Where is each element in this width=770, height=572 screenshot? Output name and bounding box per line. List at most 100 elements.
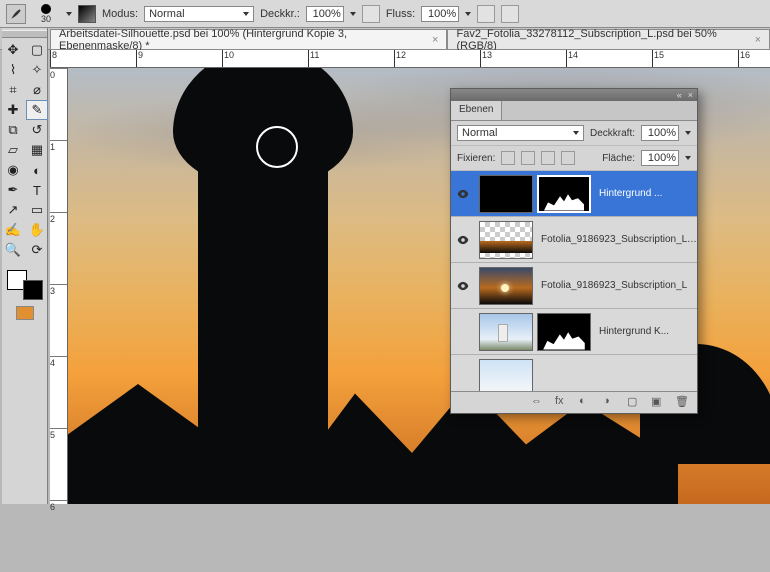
layer-row[interactable]: Hintergrund K... [451, 309, 697, 355]
tool-zoom[interactable]: 🔍 [2, 240, 24, 260]
flow-label: Fluss: [386, 8, 415, 20]
layer-thumbnail[interactable] [479, 359, 533, 392]
layer-blend-select[interactable]: Normal [457, 125, 584, 141]
document-tab-active[interactable]: Arbeitsdatei-Silhouette.psd bei 100% (Hi… [50, 29, 447, 49]
ruler-vertical[interactable]: 0123456 [50, 68, 68, 504]
layer-name[interactable]: Hintergrund ... [595, 188, 697, 199]
color-swatch[interactable] [7, 270, 43, 300]
tool-healing[interactable]: ✚ [2, 100, 24, 120]
tab-label: Fav2_Fotolia_33278112_Subscription_L.psd… [456, 28, 748, 52]
tool-crop[interactable]: ⌗ [2, 80, 24, 100]
tool-path[interactable]: ↗ [2, 200, 24, 220]
brush-cursor [256, 126, 298, 168]
layer-thumbnail[interactable] [479, 175, 533, 213]
layer-style-icon[interactable]: fx [555, 395, 571, 411]
options-bar: 30 Modus: Normal Deckkr.: 100% Fluss: 10… [0, 0, 770, 28]
lock-all-icon[interactable] [561, 151, 575, 165]
blend-mode-select[interactable]: Normal [144, 6, 254, 22]
tool-eyedropper[interactable]: ⌀ [26, 80, 48, 100]
layer-thumbnail[interactable] [479, 267, 533, 305]
tool-lasso[interactable]: ⌇ [2, 60, 24, 80]
tool-stamp[interactable]: ⧉ [2, 120, 24, 140]
layer-thumbnail[interactable] [479, 221, 533, 259]
background-color[interactable] [23, 280, 43, 300]
opacity-dropdown-icon[interactable] [685, 131, 691, 135]
close-icon[interactable]: × [432, 34, 438, 46]
toolbox: ✥▢⌇✧⌗⌀✚✎⧉↺▱▦◉◐✒T↗▭✍✋🔍⟳ [2, 28, 48, 504]
layer-name[interactable]: Fotolia_9186923_Subscription_L [537, 280, 697, 291]
tool-type[interactable]: T [26, 180, 48, 200]
tool-dodge[interactable]: ◐ [26, 160, 48, 180]
panel-grip[interactable] [2, 30, 47, 38]
panel-titlebar[interactable]: « × [451, 89, 697, 101]
delete-layer-icon[interactable]: 🗑 [675, 395, 691, 411]
lock-position-icon[interactable] [541, 151, 555, 165]
layer-opacity-label: Deckkraft: [590, 128, 635, 139]
close-icon[interactable]: × [688, 90, 693, 100]
opacity-input[interactable]: 100% [306, 6, 344, 22]
layer-row[interactable] [451, 355, 697, 391]
layers-panel[interactable]: « × Ebenen Normal Deckkraft: 100% Fixier… [450, 88, 698, 414]
document-tab[interactable]: Fav2_Fotolia_33278112_Subscription_L.psd… [447, 29, 770, 49]
layer-thumbnail[interactable] [537, 313, 591, 351]
chevron-down-icon [573, 131, 579, 135]
tool-marquee[interactable]: ▢ [26, 40, 48, 60]
airbrush-icon[interactable] [477, 5, 495, 23]
layer-name[interactable]: Fotolia_9186923_Subscription_L Ko... [537, 234, 697, 245]
tool-eraser[interactable]: ▱ [2, 140, 24, 160]
layer-thumbnail[interactable] [479, 313, 533, 351]
tablet-size-icon[interactable] [501, 5, 519, 23]
tool-shape[interactable]: ▭ [26, 200, 48, 220]
mode-label: Modus: [102, 8, 138, 20]
panel-menu-icon[interactable]: « [677, 90, 682, 100]
layer-row[interactable]: Hintergrund ... [451, 171, 697, 217]
tool-rotate[interactable]: ⟳ [26, 240, 48, 260]
lock-fill-row: Fixieren: Fläche: 100% [451, 146, 697, 171]
panel-tab-row: Ebenen [451, 101, 697, 121]
group-icon[interactable]: ▢ [627, 395, 643, 411]
tab-layers[interactable]: Ebenen [451, 101, 502, 120]
visibility-toggle[interactable] [451, 233, 475, 247]
layer-row[interactable]: Fotolia_9186923_Subscription_L [451, 263, 697, 309]
brush-panel-toggle-icon[interactable] [78, 5, 96, 23]
fill-input[interactable]: 100% [641, 150, 679, 166]
brush-preset[interactable]: 30 [32, 4, 60, 24]
layer-list[interactable]: Hintergrund ... Fotolia_9186923_Subscript… [451, 171, 697, 391]
tool-wand[interactable]: ✧ [26, 60, 48, 80]
adjustment-layer-icon[interactable]: ◑ [603, 395, 619, 411]
opacity-dropdown-icon[interactable] [350, 12, 356, 16]
layer-name[interactable]: Hintergrund K... [595, 326, 697, 337]
lock-transparency-icon[interactable] [501, 151, 515, 165]
tool-preset-picker[interactable] [6, 4, 26, 24]
standard-mode-icon[interactable] [16, 306, 34, 320]
quickmask-toggle[interactable] [2, 306, 47, 320]
brush-dropdown-icon[interactable] [66, 12, 72, 16]
layer-mask-icon[interactable]: ◐ [579, 395, 595, 411]
visibility-toggle[interactable] [451, 279, 475, 293]
tool-brush[interactable]: ✎ [26, 100, 48, 120]
visibility-toggle[interactable] [451, 187, 475, 201]
brush-dot-icon [41, 4, 51, 14]
close-icon[interactable]: × [755, 34, 761, 46]
tool-gradient[interactable]: ▦ [26, 140, 48, 160]
flow-dropdown-icon[interactable] [465, 12, 471, 16]
tab-label: Arbeitsdatei-Silhouette.psd bei 100% (Hi… [59, 28, 426, 52]
tool-move[interactable]: ✥ [2, 40, 24, 60]
layer-thumbnail[interactable] [537, 175, 591, 213]
lock-pixels-icon[interactable] [521, 151, 535, 165]
fill-dropdown-icon[interactable] [685, 156, 691, 160]
opacity-label: Deckkr.: [260, 8, 300, 20]
tablet-opacity-icon[interactable] [362, 5, 380, 23]
lock-label: Fixieren: [457, 153, 495, 164]
flow-input[interactable]: 100% [421, 6, 459, 22]
link-layers-icon[interactable]: ⇔ [531, 395, 547, 411]
new-layer-icon[interactable]: ▣ [651, 395, 667, 411]
layer-row[interactable]: Fotolia_9186923_Subscription_L Ko... [451, 217, 697, 263]
tool-notes[interactable]: ✍ [2, 220, 24, 240]
tool-history[interactable]: ↺ [26, 120, 48, 140]
tool-blur[interactable]: ◉ [2, 160, 24, 180]
layer-opacity-input[interactable]: 100% [641, 125, 679, 141]
ruler-horizontal[interactable]: 8910111213141516 [50, 50, 770, 68]
tool-hand[interactable]: ✋ [26, 220, 48, 240]
tool-pen[interactable]: ✒ [2, 180, 24, 200]
